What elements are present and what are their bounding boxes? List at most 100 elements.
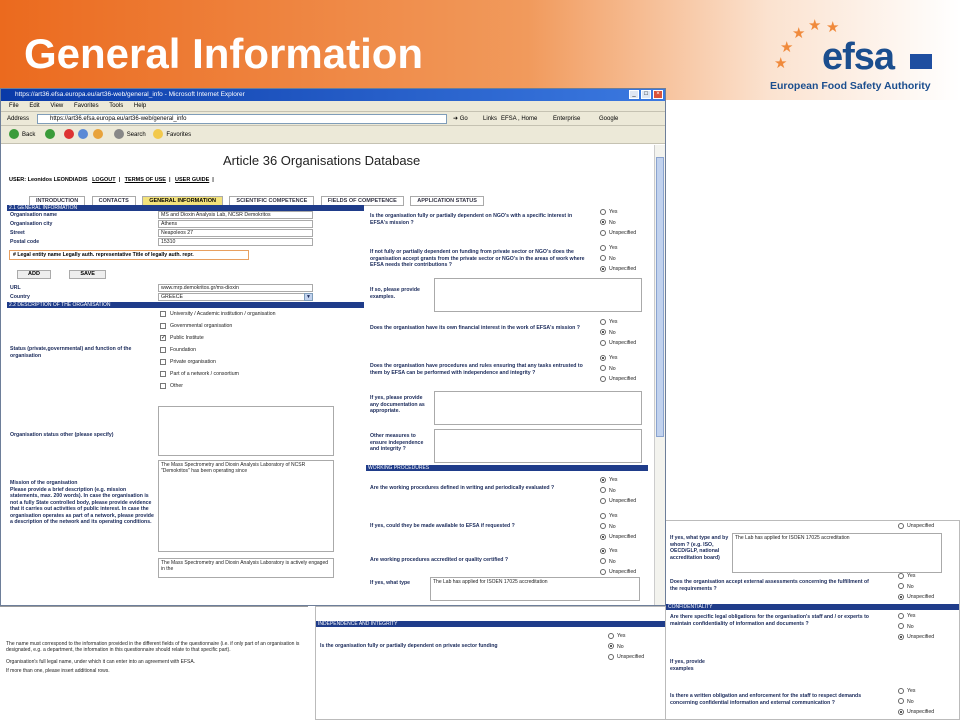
general-info-form: 2.1 GENERAL INFORMATION Organisation nam… [7,205,364,605]
status-option[interactable]: University / Academic institution / orga… [7,308,364,320]
radio-unspecified[interactable] [608,653,614,660]
accreditation-textarea[interactable]: The Lab has applied for ISOEN 17025 accr… [732,533,942,573]
radio-yes[interactable] [600,547,606,554]
menu-favorites[interactable]: Favorites [74,103,99,109]
home-icon[interactable] [93,129,104,140]
independence-form: Is the organisation fully or partially d… [366,205,648,605]
menu-view[interactable]: View [50,103,63,109]
radio-yes[interactable] [898,612,904,619]
radio-yes[interactable] [898,572,904,579]
radio-unspecified[interactable] [600,568,606,575]
scrollbar-thumb[interactable] [656,157,664,437]
documentation-textarea[interactable] [434,391,642,425]
radio-unspecified[interactable] [600,497,606,504]
forward-icon[interactable] [45,129,56,140]
radio-unspecified[interactable] [600,265,606,272]
chevron-down-icon[interactable]: ▼ [304,293,313,301]
checkbox-checked[interactable]: ✓ [160,334,166,341]
radio-group: Yes No Unspecified [898,571,934,603]
link-efsa-home[interactable]: EFSA , Home [501,112,537,126]
menu-file[interactable]: File [9,103,19,109]
checkbox[interactable] [160,370,166,377]
radio-unspecified[interactable] [600,229,606,236]
link-google[interactable]: Google [599,112,618,126]
checkbox[interactable] [160,358,166,365]
checkbox[interactable] [160,382,166,389]
favorites-icon[interactable] [153,129,164,140]
mission-label: Mission of the organisation Please provid… [10,480,154,525]
radio-unspecified[interactable] [898,522,904,529]
go-button[interactable]: ➜ Go [453,112,468,126]
refresh-icon[interactable] [78,129,89,140]
radio-yes[interactable] [600,512,606,519]
menu-tools[interactable]: Tools [109,103,123,109]
radio-no[interactable] [600,487,606,494]
status-option[interactable]: Governmental organisation [7,320,364,332]
radio-no[interactable] [898,583,904,590]
question-label: Other measures to ensure independence an… [370,433,424,452]
street-input[interactable]: Neapoleos 27 [158,229,313,237]
status-option[interactable]: Other [7,380,364,392]
add-button[interactable]: ADD [17,270,51,279]
radio-yes[interactable] [600,244,606,251]
close-button[interactable]: × [653,90,663,99]
other-measures-textarea[interactable] [434,429,642,463]
radio-unspecified[interactable] [898,633,904,640]
radio-yes[interactable] [898,687,904,694]
radio-unspecified[interactable] [600,533,606,540]
back-icon[interactable] [9,129,19,140]
checkbox[interactable] [160,310,166,317]
radio-no[interactable] [600,523,606,530]
radio-no[interactable] [600,329,606,336]
user-guide-link[interactable]: USER GUIDE [175,177,209,183]
radio-yes[interactable] [608,632,614,639]
back-button[interactable]: Back [22,132,35,138]
status-other-textarea[interactable] [158,406,334,456]
radio-no[interactable] [600,558,606,565]
maximize-button[interactable]: □ [641,90,651,99]
vertical-scrollbar[interactable] [654,145,665,605]
radio-no[interactable] [600,365,606,372]
save-button[interactable]: SAVE [69,270,106,279]
page-title: Article 36 Organisations Database [223,153,421,168]
radio-unspecified[interactable] [898,708,904,715]
menu-edit[interactable]: Edit [29,103,39,109]
radio-no[interactable] [898,623,904,630]
side-form-sheet: Unspecified If yes, what type and by who… [665,520,960,720]
menu-help[interactable]: Help [134,103,146,109]
address-input[interactable]: https://art36.efsa.europa.eu/art36-web/g… [37,114,447,124]
radio-no[interactable] [898,698,904,705]
search-button[interactable]: Search [127,132,146,138]
mission-textarea-2[interactable]: The Mass Spectrometry and Dioxin Analysi… [158,558,334,578]
radio-yes[interactable] [600,476,606,483]
favorites-button[interactable]: Favorites [166,132,191,138]
logout-link[interactable]: LOGOUT [92,177,116,183]
radio-yes[interactable] [600,354,606,361]
radio-yes[interactable] [600,318,606,325]
checkbox[interactable] [160,322,166,329]
minimize-button[interactable]: _ [629,90,639,99]
terms-link[interactable]: TERMS OF USE [125,177,166,183]
radio-unspecified[interactable] [600,375,606,382]
checkbox[interactable] [160,346,166,353]
country-select[interactable]: GREECE [158,293,313,301]
user-name: USER: Leonidos LEONDIADIS [9,177,88,183]
status-option[interactable]: ✓ Public Institute [7,332,364,344]
link-enterprise[interactable]: Enterprise [553,112,580,126]
radio-unspecified[interactable] [898,593,904,600]
postal-code-input[interactable]: 15310 [158,238,313,246]
radio-no[interactable] [600,255,606,262]
mission-textarea[interactable]: The Mass Spectrometry and Dioxin Analysi… [158,460,334,552]
stop-icon[interactable] [63,129,74,140]
city-input[interactable]: Athens [158,220,313,228]
radio-unspecified[interactable] [600,339,606,346]
url-input[interactable]: www.mrp.demokritos.gr/ms-dioxin [158,284,313,292]
accreditation-textarea[interactable]: The Lab has applied for ISOEN 17025 accr… [430,577,640,601]
status-option[interactable]: Part of a network / consortium [7,368,364,380]
radio-no[interactable] [608,643,614,650]
organisation-name-input[interactable]: MS and Dioxin Analysis Lab, NCSR Demokri… [158,211,313,219]
search-icon[interactable] [113,129,124,140]
radio-yes[interactable] [600,208,606,215]
examples-textarea[interactable] [434,278,642,312]
radio-no[interactable] [600,219,606,226]
